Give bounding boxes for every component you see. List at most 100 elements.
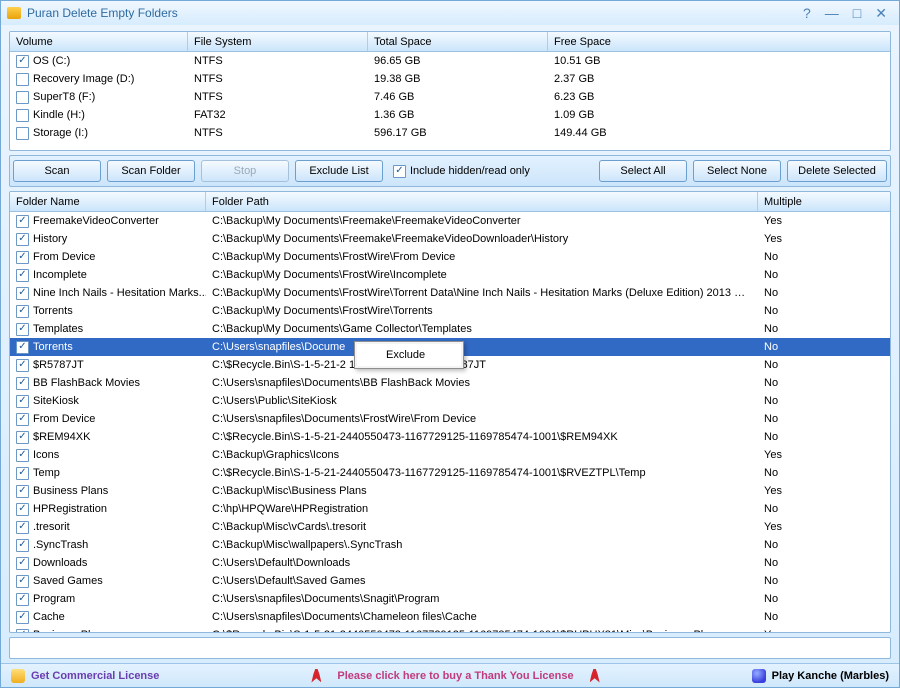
col-folder-path[interactable]: Folder Path	[206, 192, 758, 211]
folder-checkbox[interactable]: ✓	[16, 215, 29, 228]
help-button[interactable]: ?	[803, 5, 811, 22]
folder-checkbox[interactable]: ✓	[16, 449, 29, 462]
folder-row[interactable]: ✓TempC:\$Recycle.Bin\S-1-5-21-2440550473…	[10, 464, 890, 482]
volume-checkbox[interactable]: ✓	[16, 55, 29, 68]
select-none-button[interactable]: Select None	[693, 160, 781, 182]
volume-row[interactable]: ✓OS (C:)NTFS96.65 GB10.51 GB	[10, 52, 890, 70]
folder-row[interactable]: ✓HistoryC:\Backup\My Documents\Freemake\…	[10, 230, 890, 248]
folder-checkbox[interactable]: ✓	[16, 395, 29, 408]
folder-name: Temp	[33, 467, 60, 479]
col-filesystem[interactable]: File System	[188, 32, 368, 51]
folder-path: C:\Users\snapfiles\Documents\Snagit\Prog…	[206, 593, 758, 605]
folder-row[interactable]: ✓Business PlansC:\Backup\Misc\Business P…	[10, 482, 890, 500]
folder-row[interactable]: ✓ProgramC:\Users\snapfiles\Documents\Sna…	[10, 590, 890, 608]
volume-checkbox[interactable]	[16, 109, 29, 122]
folder-path: C:\hp\HPQWare\HPRegistration	[206, 503, 758, 515]
folder-checkbox[interactable]: ✓	[16, 611, 29, 624]
folder-row[interactable]: ✓HPRegistrationC:\hp\HPQWare\HPRegistrat…	[10, 500, 890, 518]
folder-checkbox[interactable]: ✓	[16, 359, 29, 372]
folder-checkbox[interactable]: ✓	[16, 413, 29, 426]
volumes-header: Volume File System Total Space Free Spac…	[10, 32, 890, 52]
folder-name: $REM94XK	[33, 431, 90, 443]
folder-checkbox[interactable]: ✓	[16, 287, 29, 300]
folder-row[interactable]: ✓.tresoritC:\Backup\Misc\vCards\.tresori…	[10, 518, 890, 536]
scan-folder-button[interactable]: Scan Folder	[107, 160, 195, 182]
folder-row[interactable]: ✓BB FlashBack MoviesC:\Users\snapfiles\D…	[10, 374, 890, 392]
folder-checkbox[interactable]: ✓	[16, 485, 29, 498]
folder-checkbox[interactable]: ✓	[16, 539, 29, 552]
folder-row[interactable]: ✓From DeviceC:\Backup\My Documents\Frost…	[10, 248, 890, 266]
volume-checkbox[interactable]	[16, 91, 29, 104]
folder-checkbox[interactable]: ✓	[16, 233, 29, 246]
folder-name: SiteKiosk	[33, 395, 79, 407]
folder-checkbox[interactable]: ✓	[16, 341, 29, 354]
folder-checkbox[interactable]: ✓	[16, 431, 29, 444]
folder-checkbox[interactable]: ✓	[16, 575, 29, 588]
folder-multiple: No	[758, 467, 784, 479]
folder-row[interactable]: ✓Business PlansC:\$Recycle.Bin\S-1-5-21-…	[10, 626, 890, 632]
col-multiple[interactable]: Multiple	[758, 192, 890, 211]
folder-row[interactable]: ✓TorrentsC:\Backup\My Documents\FrostWir…	[10, 302, 890, 320]
folder-checkbox[interactable]: ✓	[16, 305, 29, 318]
folder-row[interactable]: ✓Nine Inch Nails - Hesitation Marks...C:…	[10, 284, 890, 302]
folder-row[interactable]: ✓SiteKioskC:\Users\Public\SiteKioskNo	[10, 392, 890, 410]
folder-multiple: No	[758, 539, 784, 551]
delete-selected-button[interactable]: Delete Selected	[787, 160, 887, 182]
play-kanche-link[interactable]: Play Kanche (Marbles)	[772, 670, 889, 682]
maximize-button[interactable]: □	[853, 5, 861, 22]
volume-free: 10.51 GB	[548, 55, 606, 67]
volume-row[interactable]: Recovery Image (D:)NTFS19.38 GB2.37 GB	[10, 70, 890, 88]
folder-path: C:\Backup\My Documents\FrostWire\Torrent…	[206, 287, 758, 299]
commercial-license-link[interactable]: Get Commercial License	[31, 670, 159, 682]
volume-row[interactable]: Kindle (H:)FAT321.36 GB1.09 GB	[10, 106, 890, 124]
volume-total: 1.36 GB	[368, 109, 548, 121]
include-hidden-check[interactable]: ✓ Include hidden/read only	[393, 165, 530, 178]
folder-row[interactable]: ✓DownloadsC:\Users\Default\DownloadsNo	[10, 554, 890, 572]
close-button[interactable]: ✕	[875, 5, 887, 22]
col-folder-name[interactable]: Folder Name	[10, 192, 206, 211]
volume-row[interactable]: Storage (I:)NTFS596.17 GB149.44 GB	[10, 124, 890, 142]
folder-name: Icons	[33, 449, 59, 461]
thank-you-license-link[interactable]: Please click here to buy a Thank You Lic…	[337, 670, 573, 682]
folder-path: C:\$Recycle.Bin\S-1-5-21-2 169785474-100…	[206, 359, 758, 371]
folder-checkbox[interactable]: ✓	[16, 269, 29, 282]
folder-multiple: No	[758, 557, 784, 569]
volume-row[interactable]: SuperT8 (F:)NTFS7.46 GB6.23 GB	[10, 88, 890, 106]
folder-checkbox[interactable]: ✓	[16, 557, 29, 570]
select-all-button[interactable]: Select All	[599, 160, 687, 182]
folder-checkbox[interactable]: ✓	[16, 593, 29, 606]
folder-checkbox[interactable]: ✓	[16, 377, 29, 390]
folder-path: C:\Users\snapfiles\Docume	[206, 341, 758, 353]
folder-multiple: Yes	[758, 449, 788, 461]
folder-row[interactable]: ✓ From Device C:\Users\snapfiles\Documents…	[10, 410, 890, 428]
ctx-exclude[interactable]: Exclude	[357, 344, 461, 366]
folder-name: From Device	[33, 413, 95, 425]
minimize-button[interactable]: —	[825, 5, 839, 22]
folder-row[interactable]: ✓TemplatesC:\Backup\My Documents\Game Co…	[10, 320, 890, 338]
folder-checkbox[interactable]: ✓	[16, 629, 29, 633]
volume-free: 2.37 GB	[548, 73, 600, 85]
folder-checkbox[interactable]: ✓	[16, 467, 29, 480]
folder-row[interactable]: ✓.SyncTrashC:\Backup\Misc\wallpapers\.Sy…	[10, 536, 890, 554]
folder-row[interactable]: ✓IconsC:\Backup\Graphics\IconsYes	[10, 446, 890, 464]
folder-path: C:\Users\snapfiles\Documents\FrostWire\F…	[206, 413, 758, 425]
col-volume[interactable]: Volume	[10, 32, 188, 51]
folder-checkbox[interactable]: ✓	[16, 323, 29, 336]
folder-checkbox[interactable]: ✓	[16, 251, 29, 264]
volume-checkbox[interactable]	[16, 73, 29, 86]
folder-multiple: No	[758, 503, 784, 515]
folder-multiple: No	[758, 251, 784, 263]
folder-checkbox[interactable]: ✓	[16, 521, 29, 534]
folder-checkbox[interactable]: ✓	[16, 503, 29, 516]
folder-row[interactable]: ✓$REM94XKC:\$Recycle.Bin\S-1-5-21-244055…	[10, 428, 890, 446]
folder-row[interactable]: ✓IncompleteC:\Backup\My Documents\FrostW…	[10, 266, 890, 284]
scan-button[interactable]: Scan	[13, 160, 101, 182]
exclude-list-button[interactable]: Exclude List	[295, 160, 383, 182]
include-hidden-checkbox[interactable]: ✓	[393, 165, 406, 178]
volume-checkbox[interactable]	[16, 127, 29, 140]
folder-row[interactable]: ✓FreemakeVideoConverterC:\Backup\My Docu…	[10, 212, 890, 230]
folder-row[interactable]: ✓Saved GamesC:\Users\Default\Saved Games…	[10, 572, 890, 590]
col-free-space[interactable]: Free Space	[548, 32, 890, 51]
folder-row[interactable]: ✓CacheC:\Users\snapfiles\Documents\Chame…	[10, 608, 890, 626]
col-total-space[interactable]: Total Space	[368, 32, 548, 51]
